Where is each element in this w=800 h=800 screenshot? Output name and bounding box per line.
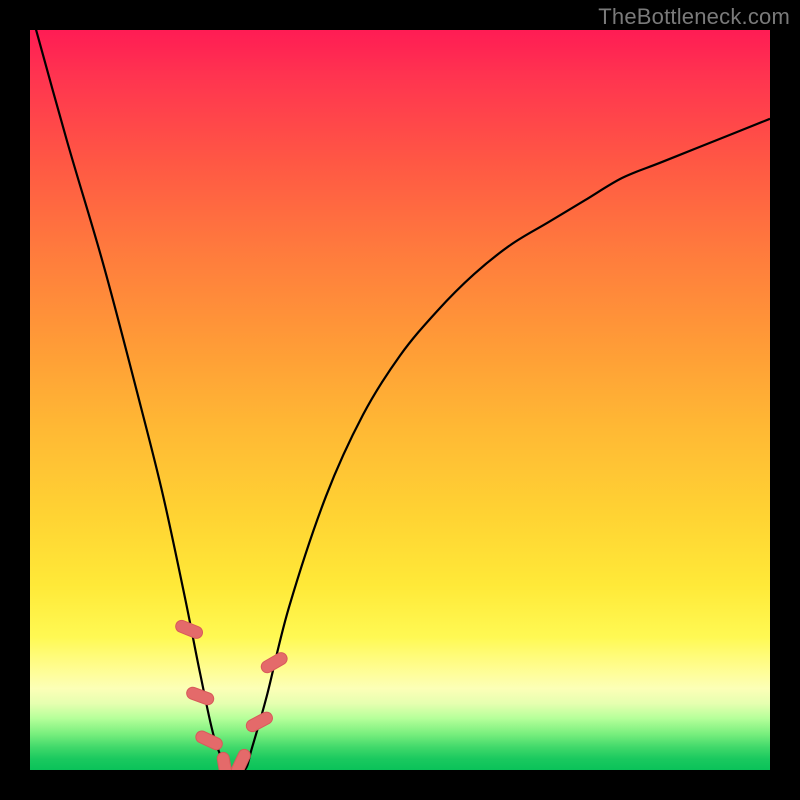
curve-markers (174, 619, 289, 770)
bottleneck-curve-svg (30, 30, 770, 770)
curve-marker (216, 751, 233, 770)
curve-marker (244, 710, 274, 734)
curve-marker (230, 747, 253, 770)
watermark-text: TheBottleneck.com (598, 4, 790, 30)
plot-area (30, 30, 770, 770)
curve-marker (185, 686, 215, 707)
curve-marker (194, 729, 224, 752)
chart-frame: TheBottleneck.com (0, 0, 800, 800)
bottleneck-curve-path (30, 30, 770, 770)
curve-marker (259, 651, 289, 675)
